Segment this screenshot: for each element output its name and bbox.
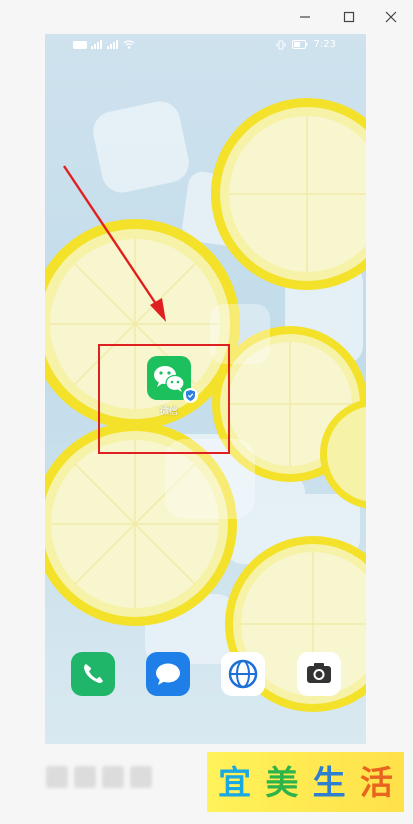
highlight-box — [98, 344, 230, 454]
signal-icon — [107, 40, 118, 49]
blurred-block — [130, 766, 152, 788]
logo-char: 美 — [265, 762, 299, 802]
maximize-icon[interactable] — [336, 6, 362, 28]
status-time: 7:23 — [313, 39, 336, 50]
logo-char: 宜 — [218, 762, 252, 802]
window-titlebar — [0, 0, 413, 36]
logo-char: 活 — [359, 762, 393, 802]
blurred-caption — [46, 766, 152, 788]
status-left — [73, 40, 135, 49]
wifi-icon — [123, 40, 135, 49]
browser-icon[interactable] — [221, 652, 265, 696]
status-bar: 7:23 — [45, 34, 366, 58]
dock — [45, 652, 366, 702]
phone-icon[interactable] — [71, 652, 115, 696]
battery-icon — [291, 40, 308, 49]
messages-icon[interactable] — [146, 652, 190, 696]
minimize-icon[interactable] — [292, 6, 318, 28]
blurred-block — [102, 766, 124, 788]
blurred-block — [74, 766, 96, 788]
signal-icon — [91, 40, 102, 49]
camera-icon[interactable] — [297, 652, 341, 696]
watermark-logo: 宜 美 生 活 — [207, 752, 404, 812]
blurred-block — [46, 766, 68, 788]
status-right: 7:23 — [276, 39, 336, 50]
vibrate-icon — [276, 40, 286, 49]
logo-char: 生 — [312, 762, 346, 802]
hd-icon — [73, 40, 87, 49]
close-icon[interactable] — [378, 6, 404, 28]
